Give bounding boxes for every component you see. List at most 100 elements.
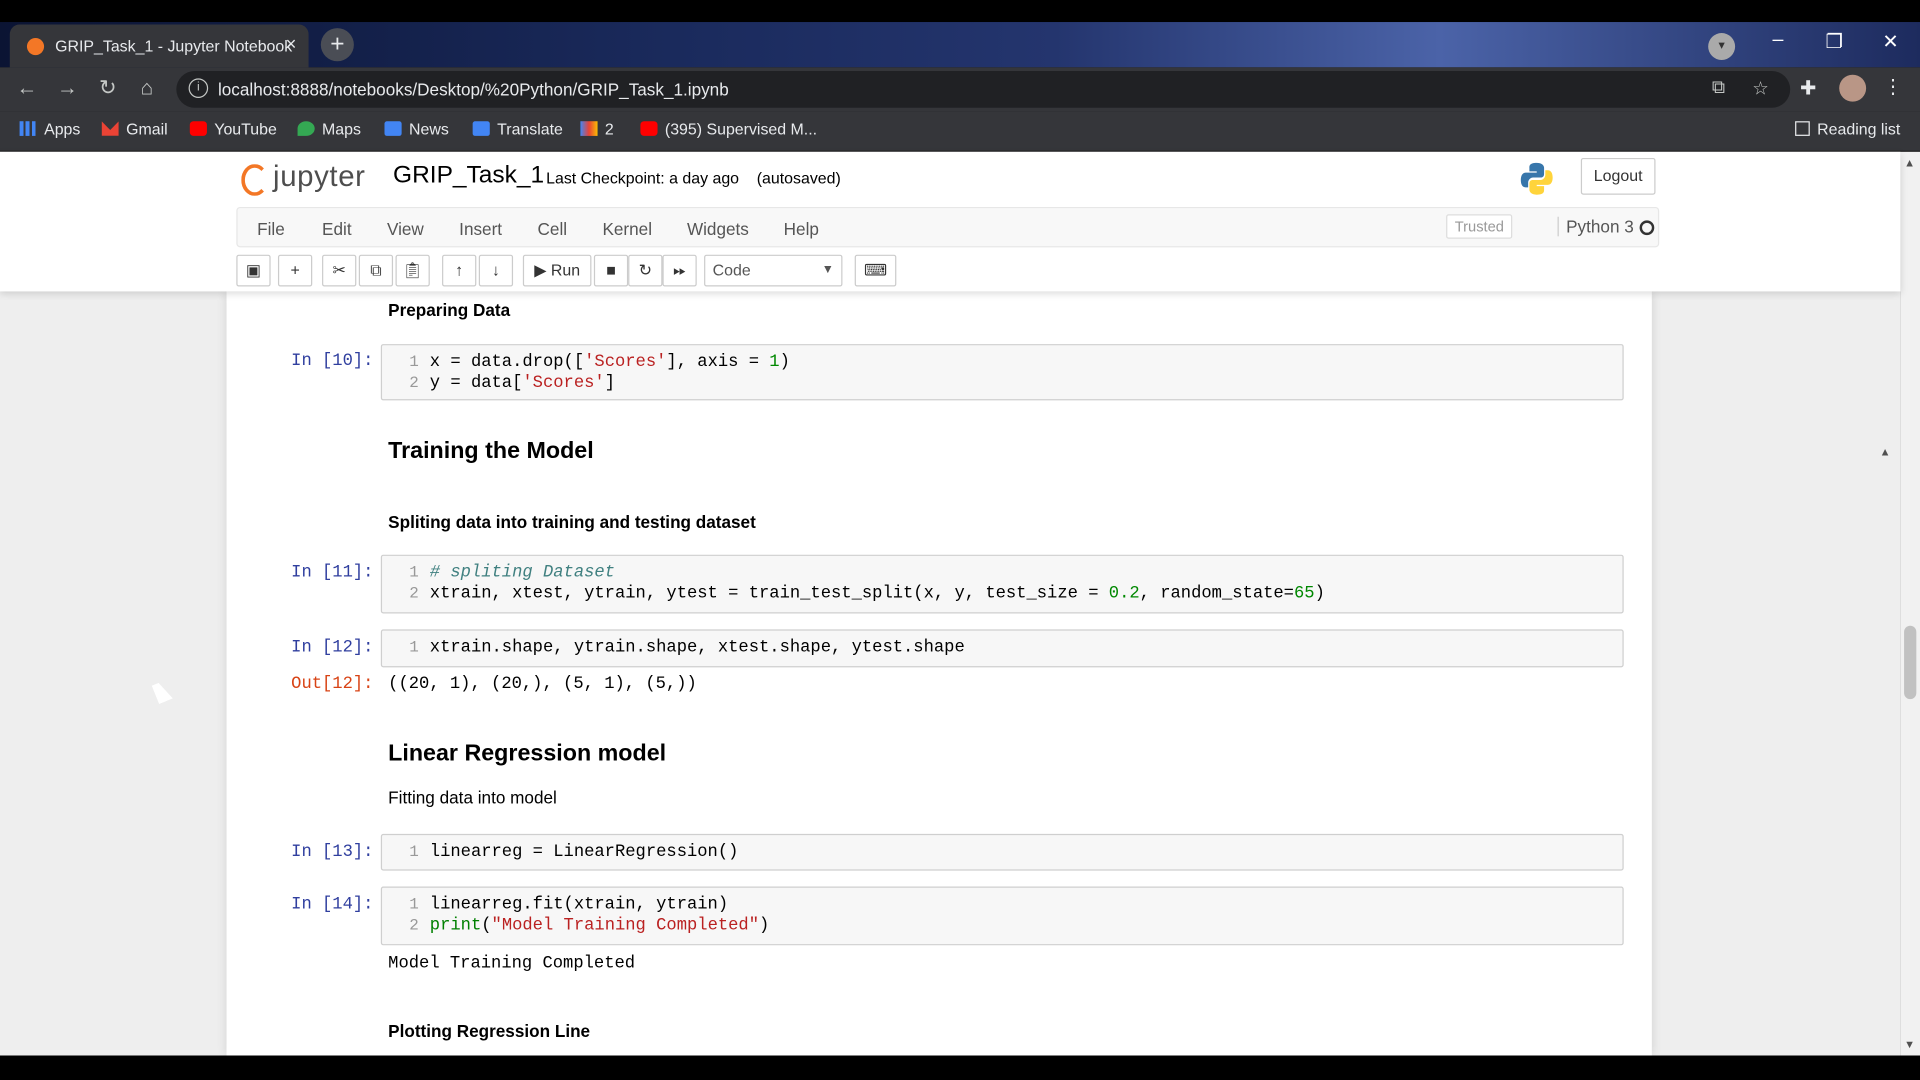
menu-edit[interactable]: Edit	[322, 219, 352, 239]
minimize-button[interactable]: –	[1753, 29, 1802, 51]
menu-cell[interactable]: Cell	[538, 219, 568, 239]
code-line: print("Model Training Completed")	[429, 915, 770, 936]
menu-kernel[interactable]: Kernel	[602, 219, 652, 239]
chrome-menu-icon[interactable]: ⋮	[1883, 75, 1903, 99]
move-down-button[interactable]: ↓	[478, 254, 514, 287]
insert-cell-button[interactable]: +	[277, 254, 313, 287]
code-cell[interactable]: 1 linearreg = LinearRegression()	[380, 833, 1624, 871]
interrupt-button[interactable]: ■	[593, 254, 629, 287]
code-cell[interactable]: 1 linearreg.fit(xtrain, ytrain) 2 print(…	[380, 886, 1624, 946]
heading-preparing-data: Preparing Data	[388, 300, 511, 320]
trusted-indicator[interactable]: Trusted	[1446, 214, 1513, 239]
maximize-button[interactable]: ❐	[1810, 29, 1859, 53]
notebook-name[interactable]: GRIP_Task_1	[393, 162, 544, 190]
code-line: # spliting Dataset	[429, 563, 615, 583]
cut-button[interactable]: ✂	[322, 254, 357, 287]
tab-search-icon[interactable]: ▾	[1708, 33, 1736, 61]
reading-list-icon	[1795, 121, 1810, 136]
line-number: 2	[409, 915, 419, 935]
bottom-black-bar	[0, 1055, 1920, 1080]
bookmark-label: Maps	[322, 120, 361, 139]
checkpoint-status: Last Checkpoint: a day ago	[546, 168, 740, 188]
code-line: xtrain, xtest, ytrain, ytest = train_tes…	[429, 584, 1325, 604]
menu-widgets[interactable]: Widgets	[687, 219, 749, 239]
menu-help[interactable]: Help	[784, 219, 819, 239]
arrow-down-icon: ↓	[491, 260, 500, 280]
restart-button[interactable]: ↻	[628, 254, 663, 287]
notebook-container: Preparing Data In [10]: 1 x = data.drop(…	[226, 291, 1652, 1056]
keyboard-icon: ⌨	[864, 260, 887, 280]
save-button[interactable]: ▣	[236, 254, 271, 287]
forward-icon[interactable]: →	[54, 76, 81, 100]
page-scrollbar[interactable]: ▲ ▼	[1900, 151, 1920, 1056]
scrollbar-thumb[interactable]	[1904, 625, 1917, 700]
home-icon[interactable]: ⌂	[133, 76, 160, 100]
profile-avatar[interactable]	[1839, 74, 1867, 102]
stop-icon: ■	[606, 260, 616, 280]
bookmark-gmail[interactable]: Gmail	[101, 120, 168, 138]
kernel-idle-icon	[1639, 220, 1655, 236]
autosave-status: (autosaved)	[756, 168, 841, 188]
address-bar[interactable]: i localhost:8888/notebooks/Desktop/%20Py…	[176, 71, 1791, 108]
bookmark-translate[interactable]: Translate	[472, 120, 563, 138]
line-number: 1	[409, 895, 419, 914]
move-up-button[interactable]: ↑	[442, 254, 477, 287]
line-number: 1	[409, 563, 419, 582]
tab-title: GRIP_Task_1 - Jupyter Notebook	[55, 36, 293, 56]
play-icon: ▶	[534, 260, 551, 280]
code-line: y = data['Scores']	[429, 373, 616, 394]
reload-icon[interactable]: ↻	[94, 76, 121, 100]
url-text[interactable]: localhost:8888/notebooks/Desktop/%20Pyth…	[218, 80, 729, 100]
code-cell[interactable]: 1 xtrain.shape, ytrain.shape, xtest.shap…	[380, 629, 1624, 668]
arrow-up-icon: ↑	[455, 260, 464, 280]
screen: GRIP_Task_1 - Jupyter Notebook × + ▾ – ❐…	[0, 0, 1920, 1080]
line-number: 2	[409, 584, 419, 603]
jupyter-logo-text: jupyter	[273, 160, 366, 194]
bookmarks-bar: Apps Gmail YouTube Maps News Translate 2…	[0, 111, 1920, 152]
bookmark-label: 2	[604, 120, 614, 139]
input-prompt: In [10]:	[291, 351, 374, 372]
bookmark-youtube[interactable]: YouTube	[189, 120, 277, 139]
copy-button[interactable]: ⧉	[358, 254, 394, 287]
cell-type-value: Code	[712, 260, 751, 280]
cell-type-select[interactable]: Code ▼	[704, 254, 843, 287]
tab-close-icon[interactable]: ×	[286, 34, 297, 55]
bookmark-youtube-supervised[interactable]: (395) Supervised M...	[640, 120, 817, 138]
bookmark-label: YouTube	[214, 120, 277, 139]
menu-view[interactable]: View	[387, 219, 424, 239]
code-cell[interactable]: 1 # spliting Dataset 2 xtrain, xtest, yt…	[380, 554, 1624, 614]
maps-icon	[297, 121, 315, 136]
extensions-icon[interactable]: ✚	[1800, 76, 1816, 100]
restart-run-all-button[interactable]: ⏩︎	[662, 254, 697, 287]
site-info-icon[interactable]: i	[188, 78, 209, 98]
run-button[interactable]: ▶ Run	[522, 254, 592, 287]
back-icon[interactable]: ←	[13, 76, 40, 100]
bookmark-maps[interactable]: Maps	[297, 120, 361, 139]
apps-grid-icon	[19, 121, 37, 136]
cell-output: ((20, 1), (20,), (5, 1), (5,))	[388, 674, 697, 695]
code-cell[interactable]: 1 x = data.drop(['Scores'], axis = 1) 2 …	[380, 344, 1624, 401]
paste-button[interactable]: 📋︎	[395, 254, 430, 287]
bookmark-star-icon[interactable]: ☆	[1752, 77, 1768, 99]
plus-icon: +	[290, 260, 300, 280]
menu-file[interactable]: File	[257, 219, 285, 239]
code-line: xtrain.shape, ytrain.shape, xtest.shape,…	[429, 637, 965, 658]
command-palette-button[interactable]: ⌨	[854, 254, 897, 287]
cell-output: Model Training Completed	[388, 953, 636, 974]
bookmark-apps[interactable]: Apps	[19, 120, 80, 138]
scroll-up-icon[interactable]: ▲	[1904, 157, 1915, 169]
logout-button[interactable]: Logout	[1580, 157, 1656, 195]
reading-list[interactable]: Reading list	[1795, 120, 1900, 138]
menu-insert[interactable]: Insert	[459, 219, 502, 239]
browser-tab[interactable]: GRIP_Task_1 - Jupyter Notebook ×	[9, 24, 309, 68]
bookmark-gmail-2[interactable]: 2	[580, 120, 614, 139]
notebook-scroll-up-icon[interactable]: ▲	[1880, 446, 1891, 458]
new-tab-button[interactable]: +	[320, 28, 354, 62]
youtube-icon	[189, 121, 207, 136]
restart-icon: ↻	[638, 260, 652, 280]
scroll-down-icon[interactable]: ▼	[1904, 1038, 1915, 1050]
close-window-button[interactable]: ✕	[1866, 29, 1915, 53]
input-prompt: In [13]:	[291, 842, 374, 863]
translate-icon[interactable]: ⧉	[1712, 77, 1725, 98]
bookmark-news[interactable]: News	[384, 120, 449, 138]
